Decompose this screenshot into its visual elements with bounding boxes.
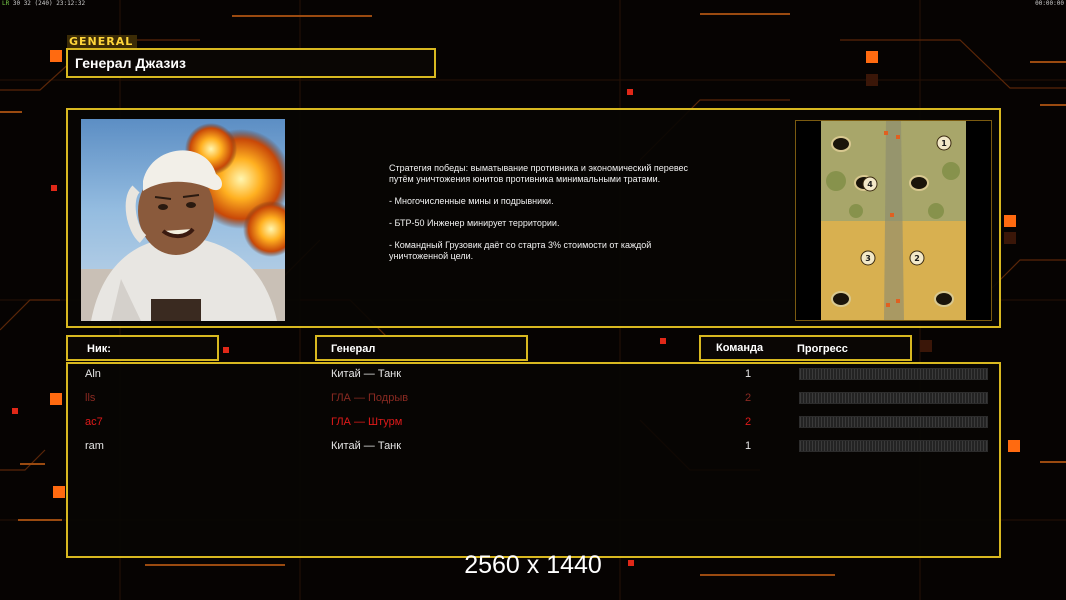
map-position-label: 1 xyxy=(941,139,947,148)
player-nick: lls xyxy=(85,392,96,404)
feature-item: - Многочисленные мины и подрывники. xyxy=(389,196,554,206)
map-preview: 1 4 3 2 xyxy=(795,120,992,321)
player-team: 2 xyxy=(745,416,752,428)
map-image: 1 4 3 2 xyxy=(796,121,991,320)
hud-values: 30 32 xyxy=(12,0,31,7)
header-team-progress-box: Команда Прогресс xyxy=(699,335,912,361)
map-position-label: 3 xyxy=(865,254,871,263)
player-general: ГЛА — Штурм xyxy=(331,416,403,428)
hud-extra: (240) xyxy=(34,0,53,7)
player-row: Aln Китай — Танк 1 xyxy=(68,364,999,388)
resolution-label: 2560 x 1440 xyxy=(464,551,602,579)
hud-clock: 23:12:32 xyxy=(56,0,86,7)
general-title-box: Генерал Джазиз xyxy=(66,48,436,78)
header-general-box: Генерал xyxy=(315,335,528,361)
feature-item: - БТР-50 Инженер минирует территории. xyxy=(389,218,560,228)
player-nick: Aln xyxy=(85,368,101,380)
player-team: 1 xyxy=(745,368,752,380)
general-description: Стратегия победы: выматывание противника… xyxy=(389,163,709,273)
hud-status-left: LR 30 32 (240) 23:12:32 xyxy=(2,0,85,7)
player-general: Китай — Танк xyxy=(331,368,402,380)
player-nick: ram xyxy=(85,440,104,452)
header-nick-box: Ник: xyxy=(66,335,219,361)
header-team: Команда xyxy=(716,342,764,354)
player-general: ГЛА — Подрыв xyxy=(331,392,409,404)
player-progress-bar xyxy=(799,440,988,452)
player-progress-bar xyxy=(799,368,988,380)
player-row: ram Китай — Танк 1 xyxy=(68,436,999,460)
header-nick: Ник: xyxy=(87,343,111,355)
player-team: 1 xyxy=(745,440,752,452)
player-general: Китай — Танк xyxy=(331,440,402,452)
player-row: ac7 ГЛА — Штурм 2 xyxy=(68,412,999,436)
player-team: 2 xyxy=(745,392,752,404)
player-row: lls ГЛА — Подрыв 2 xyxy=(68,388,999,412)
map-position-label: 4 xyxy=(867,180,873,189)
player-progress-bar xyxy=(799,416,988,428)
header-progress: Прогресс xyxy=(797,343,848,355)
feature-item: - Командный Грузовик даёт со старта 3% с… xyxy=(389,240,652,261)
general-portrait xyxy=(81,119,285,321)
hud-clock-right: 00:00:00 xyxy=(1035,0,1064,7)
general-info-panel: Стратегия победы: выматывание противника… xyxy=(66,108,1001,328)
map-position-label: 2 xyxy=(914,254,920,263)
player-progress-bar xyxy=(799,392,988,404)
strategy-text: Стратегия победы: выматывание противника… xyxy=(389,163,689,184)
general-tag: GENERAL xyxy=(67,35,137,48)
header-general: Генерал xyxy=(331,343,376,355)
hud-label: LR xyxy=(2,0,10,7)
portrait-image xyxy=(81,123,285,321)
general-name: Генерал Джазиз xyxy=(75,55,186,71)
player-list: Aln Китай — Танк 1 lls ГЛА — Подрыв 2 ac7 ГЛА —… xyxy=(66,362,1001,558)
player-nick: ac7 xyxy=(85,416,103,428)
